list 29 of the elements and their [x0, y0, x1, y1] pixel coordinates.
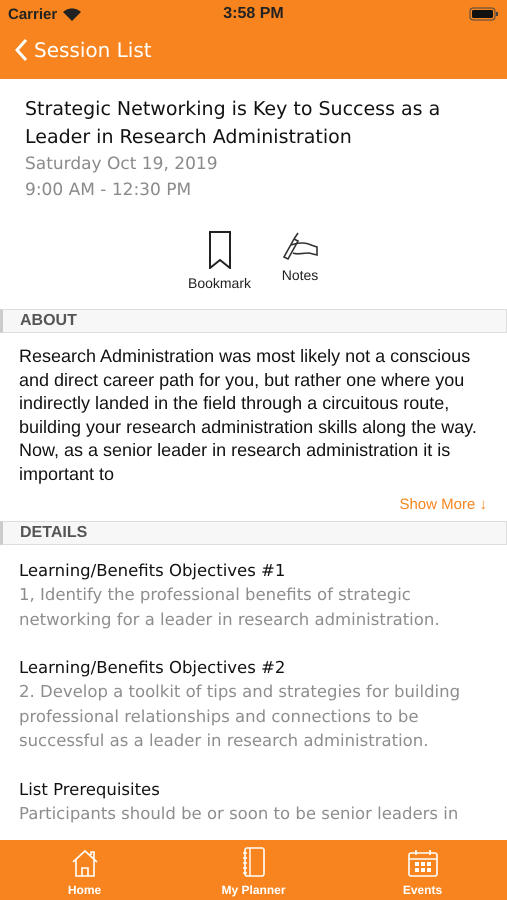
- session-time: 9:00 AM - 12:30 PM: [24, 179, 192, 202]
- bookmark-button[interactable]: Bookmark: [188, 231, 252, 291]
- tab-bar-item[interactable]: My Planner: [169, 840, 338, 900]
- section-header: ABOUT: [0, 309, 507, 333]
- detail-label: List Prerequisites: [19, 778, 161, 800]
- detail-label: Learning/Benefits Objectives #2: [19, 657, 286, 679]
- detail-label: Learning/Benefits Objectives #1: [19, 560, 286, 582]
- detail-value: Participants should be or soon to be senior leaders in: [19, 802, 460, 824]
- section-header: DETAILS: [0, 521, 507, 545]
- notebook-icon: [242, 847, 266, 877]
- writing-hand-icon: [281, 231, 320, 261]
- status-time: 3:58 PM: [223, 5, 284, 23]
- tab-bar-item[interactable]: Home: [0, 840, 169, 900]
- notes-button[interactable]: Notes: [281, 231, 320, 291]
- bookmark-icon: [208, 231, 232, 269]
- tab-bar-item[interactable]: Events: [338, 840, 507, 900]
- session-date: Saturday Oct 19, 2019: [24, 153, 219, 176]
- calendar-icon: [408, 849, 438, 877]
- about-text: Research Administration was most likely not a conscious and direct career path for you, but rather one where you indirectly landed in the field through a circuitous route, building your research administration skills along the way. Now, as a senior leader in research administration it is important to: [19, 345, 478, 486]
- show-more-link[interactable]: Show More ↓: [399, 496, 487, 513]
- back-button[interactable]: Session List: [14, 38, 152, 62]
- wifi-icon: [63, 8, 82, 20]
- session-title: Strategic Networking is Key to Success as a Leader in Research Administration: [24, 97, 442, 150]
- back-chevron-icon: [14, 38, 28, 62]
- home-icon: [70, 849, 100, 877]
- carrier-label: Carrier: [8, 6, 58, 22]
- detail-value: 2. Develop a toolkit of tips and strategies for building professional relationships and connections to be successful as a leader in research administration.: [19, 681, 462, 752]
- detail-value: 1, Identify the professional benefits of strategic networking for a leader in research administration.: [19, 584, 441, 630]
- battery-icon: [469, 7, 499, 21]
